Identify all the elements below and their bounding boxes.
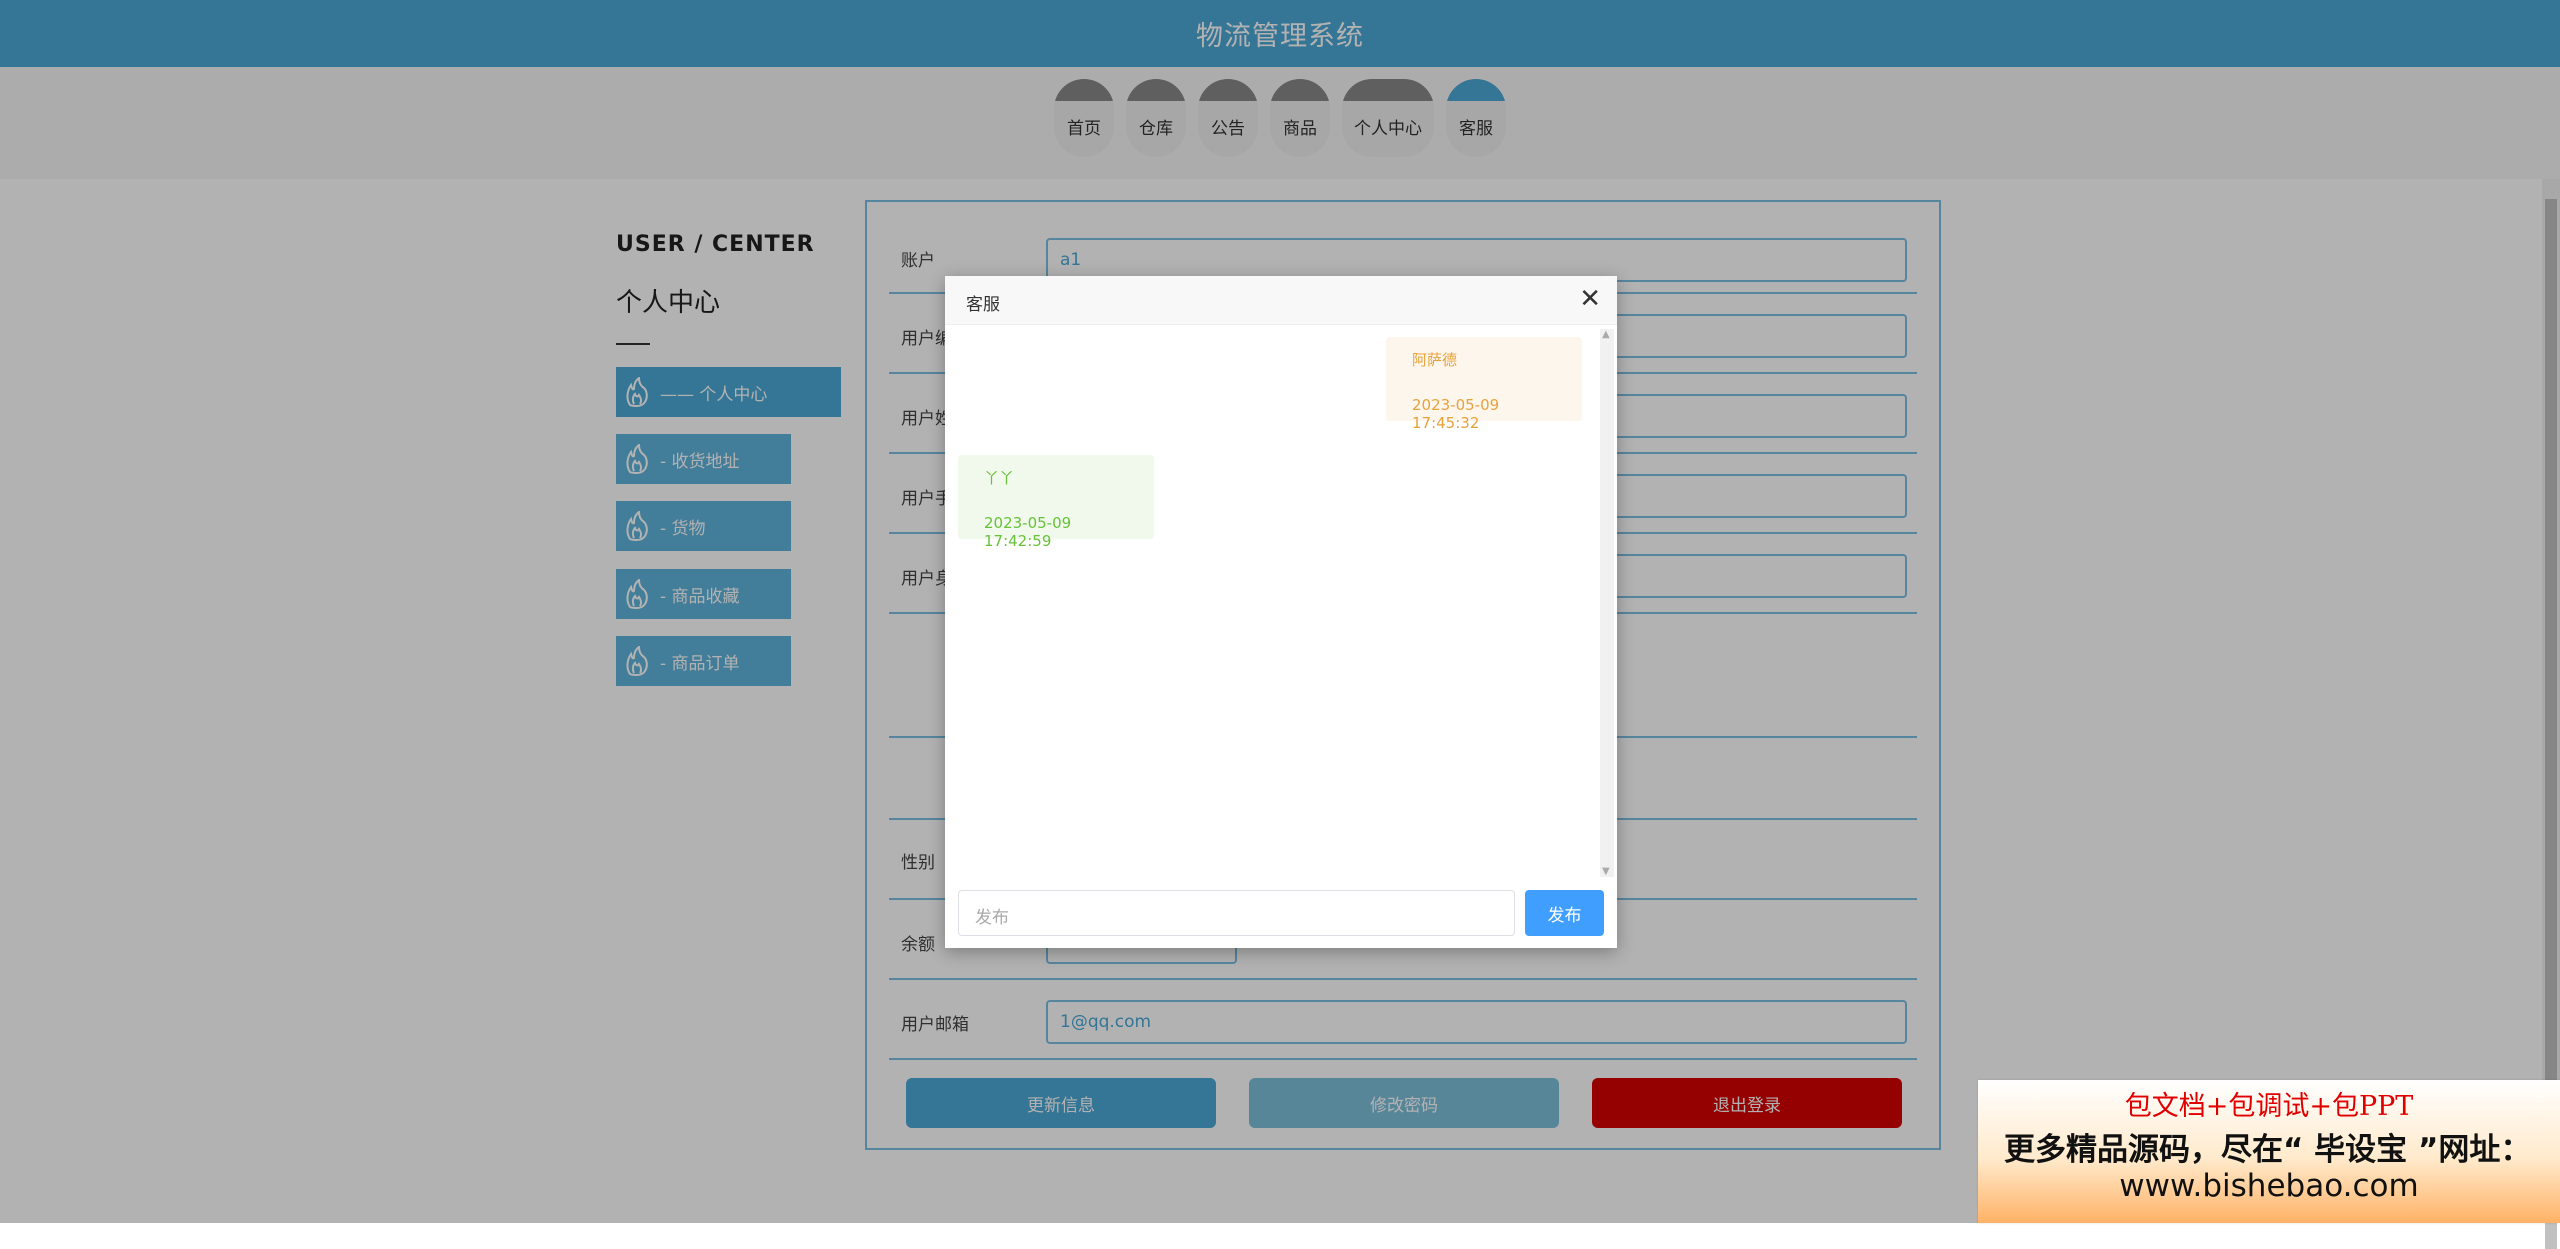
chat-history[interactable]: 阿萨德 2023-05-09 17:45:32 丫丫 2023-05-09 17… bbox=[945, 325, 1617, 880]
ad-line-1: 包文档+包调试+包PPT bbox=[2124, 1091, 2414, 1122]
ad-line-2: 更多精品源码，尽在“ 毕设宝 ”网址： bbox=[2004, 1132, 2532, 1168]
scroll-down-icon[interactable]: ▼ bbox=[1602, 866, 1610, 877]
ad-url[interactable]: www.bishebao.com bbox=[1978, 1168, 2560, 1204]
message-text: 丫丫 bbox=[984, 469, 1015, 487]
message-text: 阿萨德 bbox=[1412, 351, 1458, 369]
send-button[interactable]: 发布 bbox=[1525, 890, 1604, 936]
chat-message-sent: 阿萨德 2023-05-09 17:45:32 bbox=[1386, 337, 1582, 432]
dialog-title: 客服 bbox=[966, 295, 1000, 315]
dialog-header: 客服 ✕ bbox=[945, 276, 1617, 325]
chat-message-received: 丫丫 2023-05-09 17:42:59 bbox=[958, 455, 1154, 550]
message-time: 2023-05-09 17:42:59 bbox=[984, 514, 1072, 550]
ad-banner[interactable]: 包文档+包调试+包PPT 更多精品源码，尽在“ 毕设宝 ”网址： www.bis… bbox=[1978, 1080, 2560, 1223]
customer-service-dialog: 客服 ✕ 阿萨德 2023-05-09 17:45:32 丫丫 2023-05-… bbox=[945, 276, 1617, 948]
message-time: 2023-05-09 17:45:32 bbox=[1412, 396, 1500, 432]
scroll-up-icon[interactable]: ▲ bbox=[1602, 329, 1610, 340]
close-icon[interactable]: ✕ bbox=[1579, 286, 1601, 312]
chat-scrollbar[interactable]: ▲ ▼ bbox=[1600, 329, 1614, 877]
message-input[interactable]: 发布 bbox=[958, 890, 1515, 936]
